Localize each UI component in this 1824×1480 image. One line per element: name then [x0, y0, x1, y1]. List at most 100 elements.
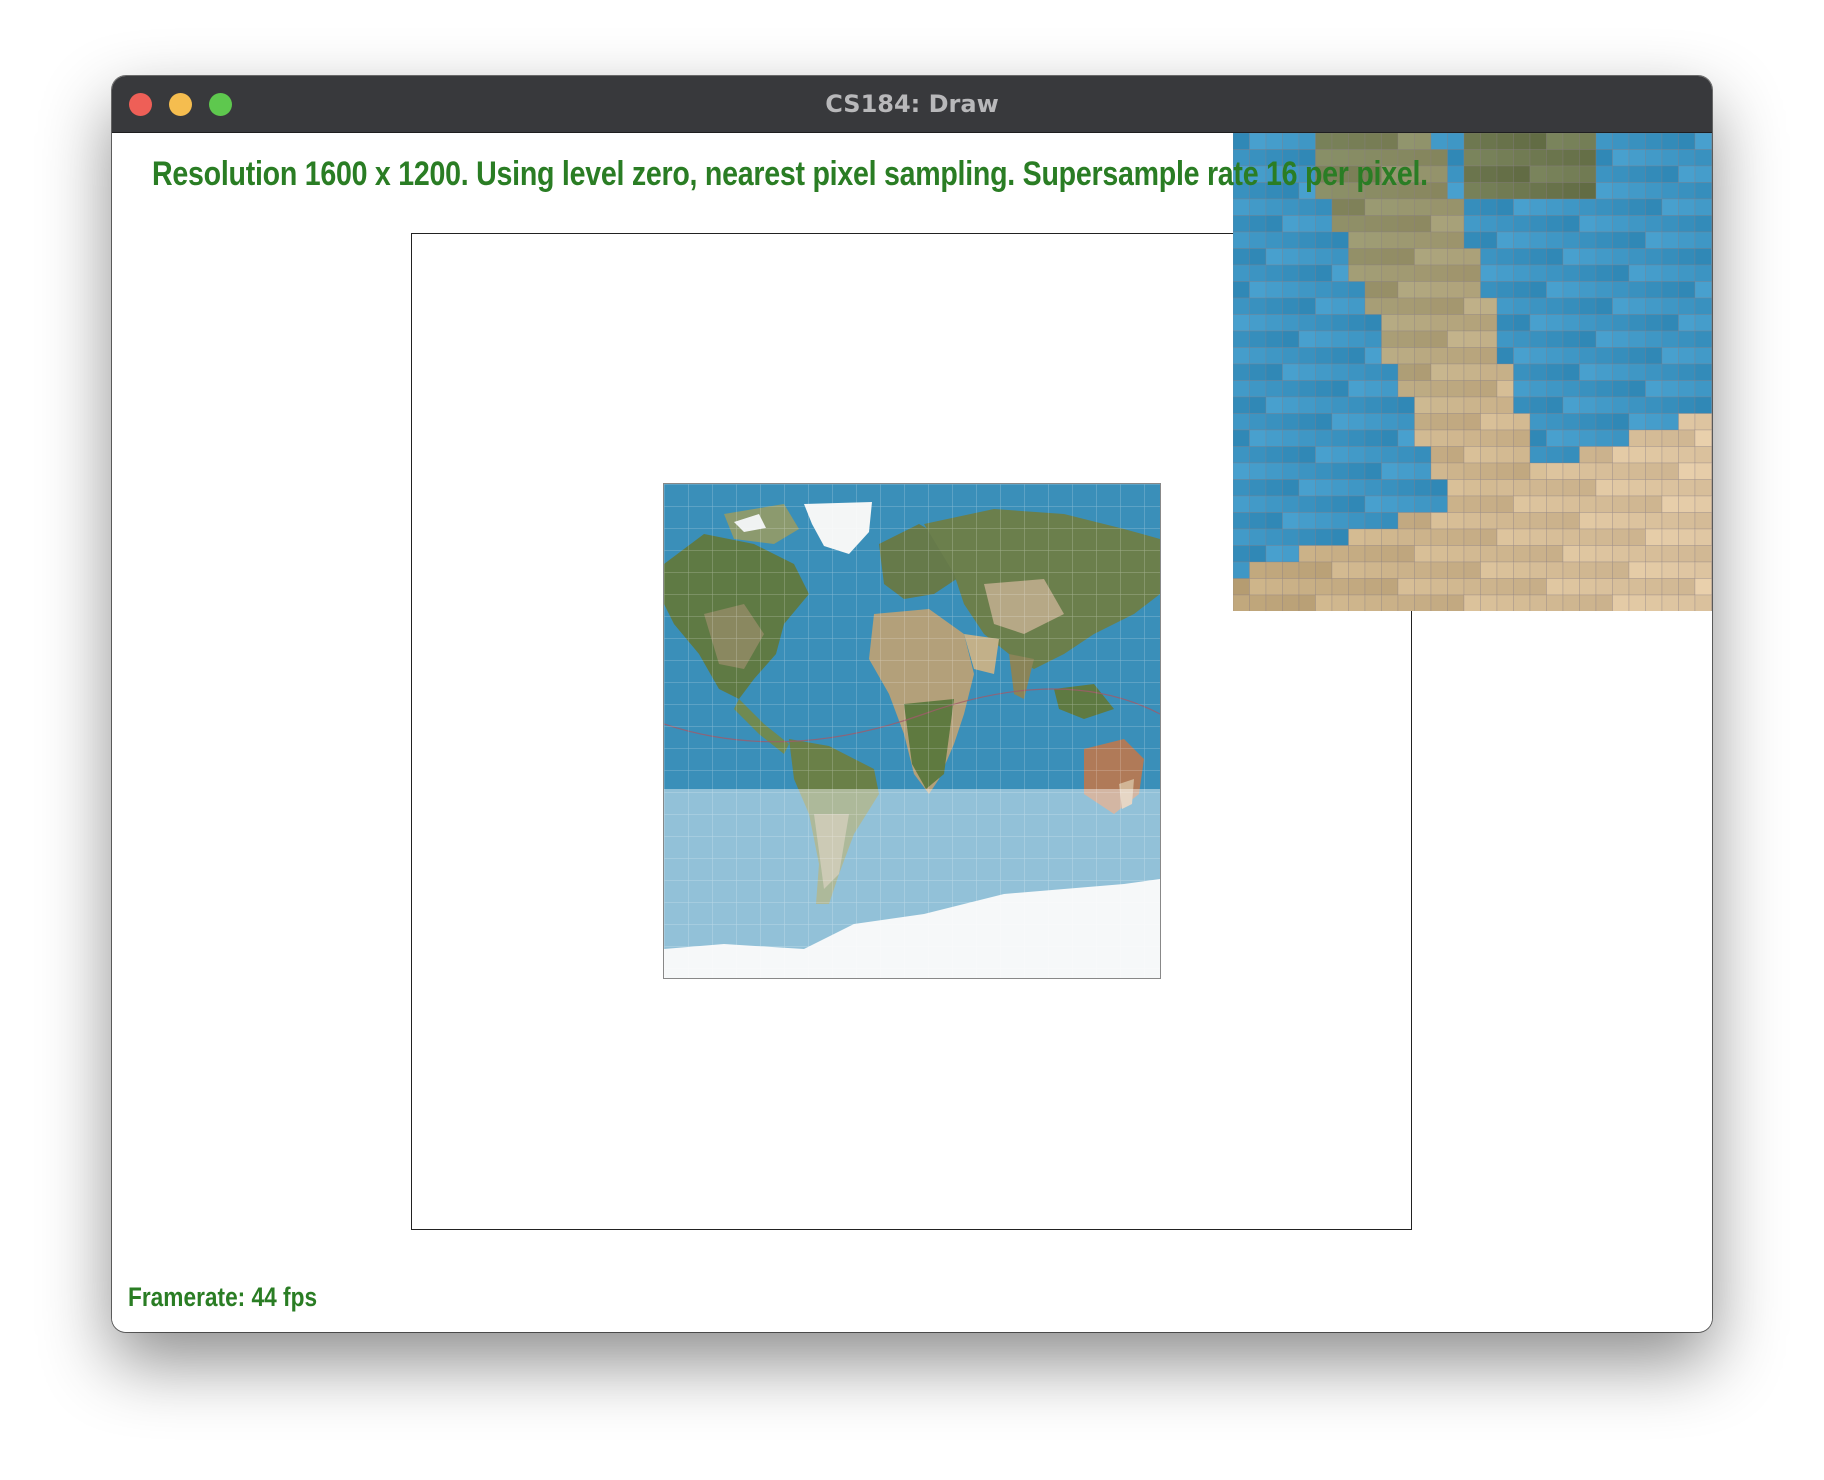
zoom-pixel [1364, 578, 1382, 596]
zoom-pixel [1562, 561, 1580, 579]
zoom-pixel [1711, 479, 1712, 497]
zoom-pixel [1612, 297, 1630, 315]
zoom-pixel [1331, 528, 1349, 546]
zoom-pixel [1529, 512, 1547, 530]
zoom-pixel [1529, 149, 1547, 167]
zoom-pixel [1645, 281, 1663, 299]
zoom-pixel [1546, 545, 1564, 563]
zoom-pixel [1414, 380, 1432, 398]
zoom-pixel [1298, 462, 1316, 480]
zoom-pixel [1265, 347, 1283, 365]
zoom-pixel [1661, 413, 1679, 431]
zoom-pixel [1595, 347, 1613, 365]
zoom-pixel [1612, 215, 1630, 233]
zoom-pixel [1562, 462, 1580, 480]
zoom-pixel [1463, 330, 1481, 348]
zoom-pixel [1265, 528, 1283, 546]
zoom-pixel [1249, 578, 1267, 596]
zoom-pixel [1711, 380, 1712, 398]
zoom-pixel [1612, 462, 1630, 480]
zoom-pixel [1678, 429, 1696, 447]
zoom-pixel [1463, 429, 1481, 447]
title-bar[interactable]: CS184: Draw [112, 76, 1712, 133]
zoom-pixel [1645, 578, 1663, 596]
zoom-pixel [1480, 363, 1498, 381]
zoom-pixel [1233, 528, 1250, 546]
zoom-pixel [1364, 133, 1382, 150]
zoom-pixel [1546, 380, 1564, 398]
zoom-pixel [1249, 248, 1267, 266]
zoom-pixel [1595, 396, 1613, 414]
zoom-pixel [1579, 330, 1597, 348]
zoom-pixel [1348, 281, 1366, 299]
zoom-pixel [1315, 495, 1333, 513]
zoom-pixel [1694, 561, 1712, 579]
maximize-icon[interactable] [209, 93, 232, 116]
zoom-pixel [1430, 215, 1448, 233]
zoom-pixel [1364, 363, 1382, 381]
zoom-pixel [1298, 347, 1316, 365]
zoom-pixel [1249, 396, 1267, 414]
zoom-pixel [1364, 594, 1382, 611]
zoom-pixel [1233, 297, 1250, 315]
zoom-pixel [1397, 528, 1415, 546]
zoom-pixel [1628, 528, 1646, 546]
zoom-pixel [1496, 545, 1514, 563]
zoom-pixel [1397, 314, 1415, 332]
zoom-pixel [1480, 314, 1498, 332]
window-title: CS184: Draw [825, 90, 999, 118]
zoom-pixel [1414, 215, 1432, 233]
zoom-pixel [1315, 528, 1333, 546]
zoom-pixel [1331, 495, 1349, 513]
zoom-pixel [1414, 330, 1432, 348]
zoom-pixel [1298, 512, 1316, 530]
zoom-pixel [1381, 264, 1399, 282]
zoom-pixel [1513, 264, 1531, 282]
zoom-pixel [1496, 396, 1514, 414]
minimize-icon[interactable] [169, 93, 192, 116]
zoom-pixel [1249, 495, 1267, 513]
render-canvas[interactable]: Resolution 1600 x 1200. Using level zero… [112, 133, 1712, 1332]
zoom-pixel [1496, 363, 1514, 381]
zoom-pixel [1447, 462, 1465, 480]
zoom-pixel [1463, 248, 1481, 266]
zoom-pixel [1265, 594, 1283, 611]
zoom-pixel [1265, 231, 1283, 249]
zoom-pixel [1661, 264, 1679, 282]
zoom-pixel [1282, 248, 1300, 266]
zoom-pixel [1381, 446, 1399, 464]
zoom-pixel [1645, 165, 1663, 183]
zoom-pixel [1463, 512, 1481, 530]
zoom-pixel [1298, 413, 1316, 431]
zoom-pixel [1397, 363, 1415, 381]
zoom-pixel [1645, 413, 1663, 431]
zoom-pixel [1381, 330, 1399, 348]
zoom-pixel [1414, 133, 1432, 150]
zoom-pixel [1249, 479, 1267, 497]
sampling-status-text: Resolution 1600 x 1200. Using level zero… [152, 155, 1428, 193]
zoom-pixel [1645, 479, 1663, 497]
zoom-pixel [1562, 347, 1580, 365]
zoom-pixel [1414, 281, 1432, 299]
zoom-pixel [1265, 314, 1283, 332]
zoom-pixel [1595, 479, 1613, 497]
zoom-pixel [1463, 215, 1481, 233]
zoom-pixel [1480, 479, 1498, 497]
zoom-pixel [1529, 479, 1547, 497]
zoom-pixel [1233, 446, 1250, 464]
zoom-pixel [1331, 281, 1349, 299]
zoom-pixel [1513, 413, 1531, 431]
zoom-pixel [1233, 512, 1250, 530]
zoom-pixel [1331, 264, 1349, 282]
zoom-pixel [1463, 133, 1481, 150]
zoom-pixel [1397, 281, 1415, 299]
zoom-pixel [1298, 248, 1316, 266]
zoom-pixel [1595, 314, 1613, 332]
zoom-pixel [1711, 578, 1712, 596]
close-icon[interactable] [129, 93, 152, 116]
zoom-pixel [1348, 446, 1366, 464]
zoom-pixel [1562, 198, 1580, 216]
zoom-pixel [1364, 561, 1382, 579]
zoom-pixel [1678, 413, 1696, 431]
zoom-pixel [1348, 462, 1366, 480]
